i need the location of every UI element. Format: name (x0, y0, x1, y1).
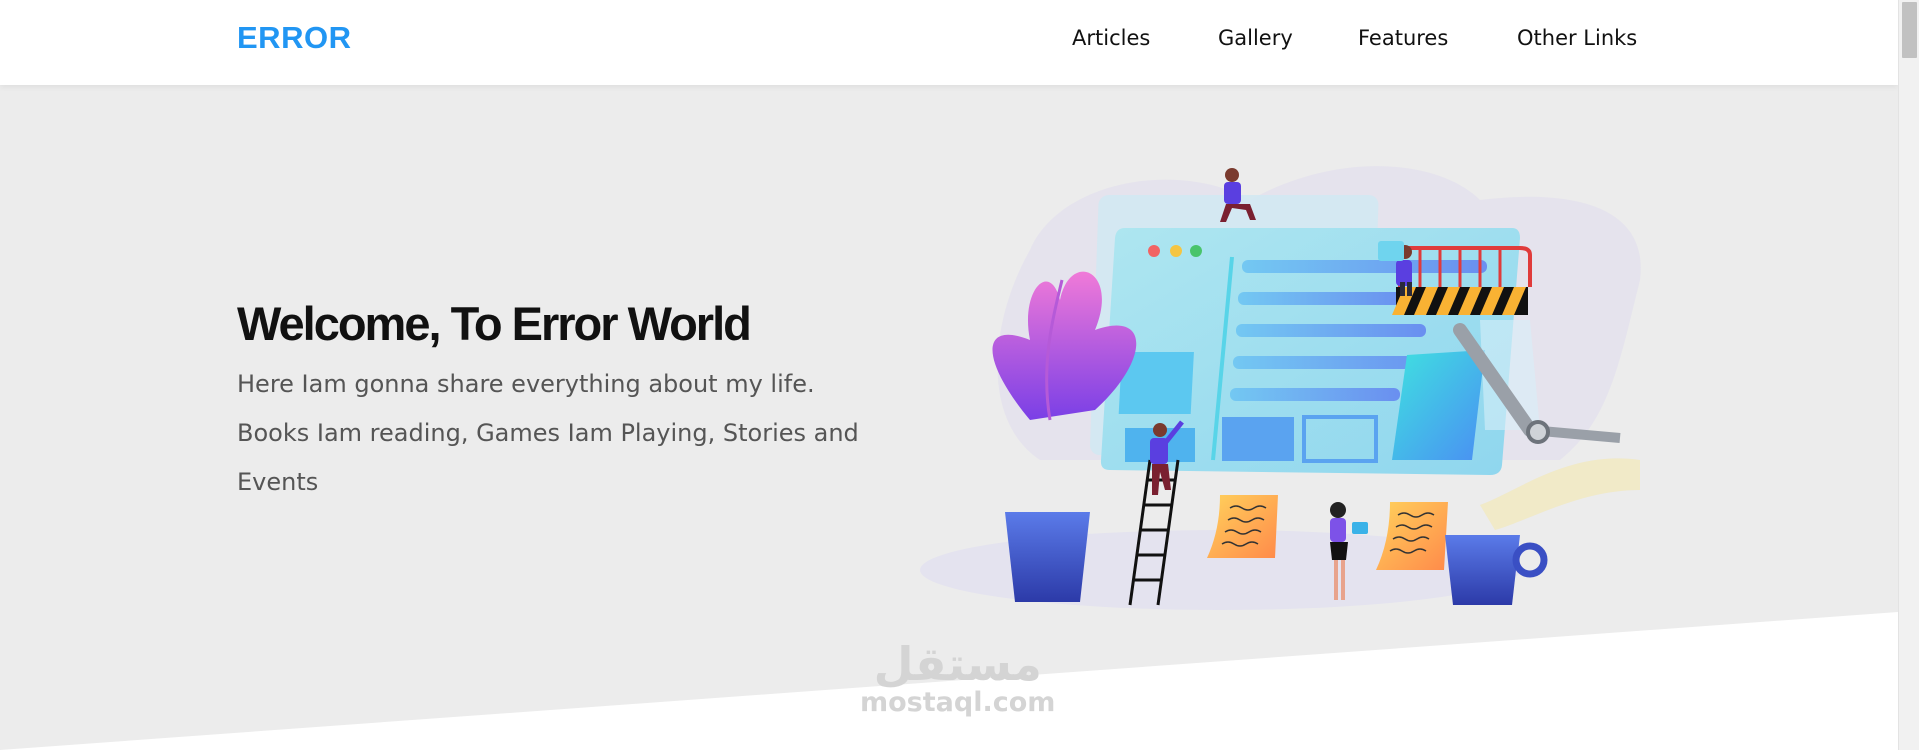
watermark-arabic: مستقل (873, 637, 1042, 691)
hero-text: Here Iam gonna share everything about my… (237, 370, 859, 496)
nav-gallery[interactable]: Gallery (1218, 26, 1293, 50)
nav-articles[interactable]: Articles (1072, 26, 1150, 50)
hero-illustration (920, 166, 1641, 610)
site-header: ERROR Articles Gallery Features Other Li… (0, 0, 1898, 85)
page-scrollbar[interactable] (1898, 0, 1919, 750)
watermark: مستقل mostaql.com (860, 640, 1055, 718)
main-nav: Articles Gallery Features Other Links (0, 0, 1898, 85)
hero-title: Welcome, To Error World (237, 297, 752, 350)
nav-features[interactable]: Features (1358, 26, 1448, 50)
scrollbar-thumb[interactable] (1902, 2, 1917, 58)
watermark-latin: mostaql.com (860, 687, 1056, 718)
nav-other-links[interactable]: Other Links (1517, 26, 1637, 50)
